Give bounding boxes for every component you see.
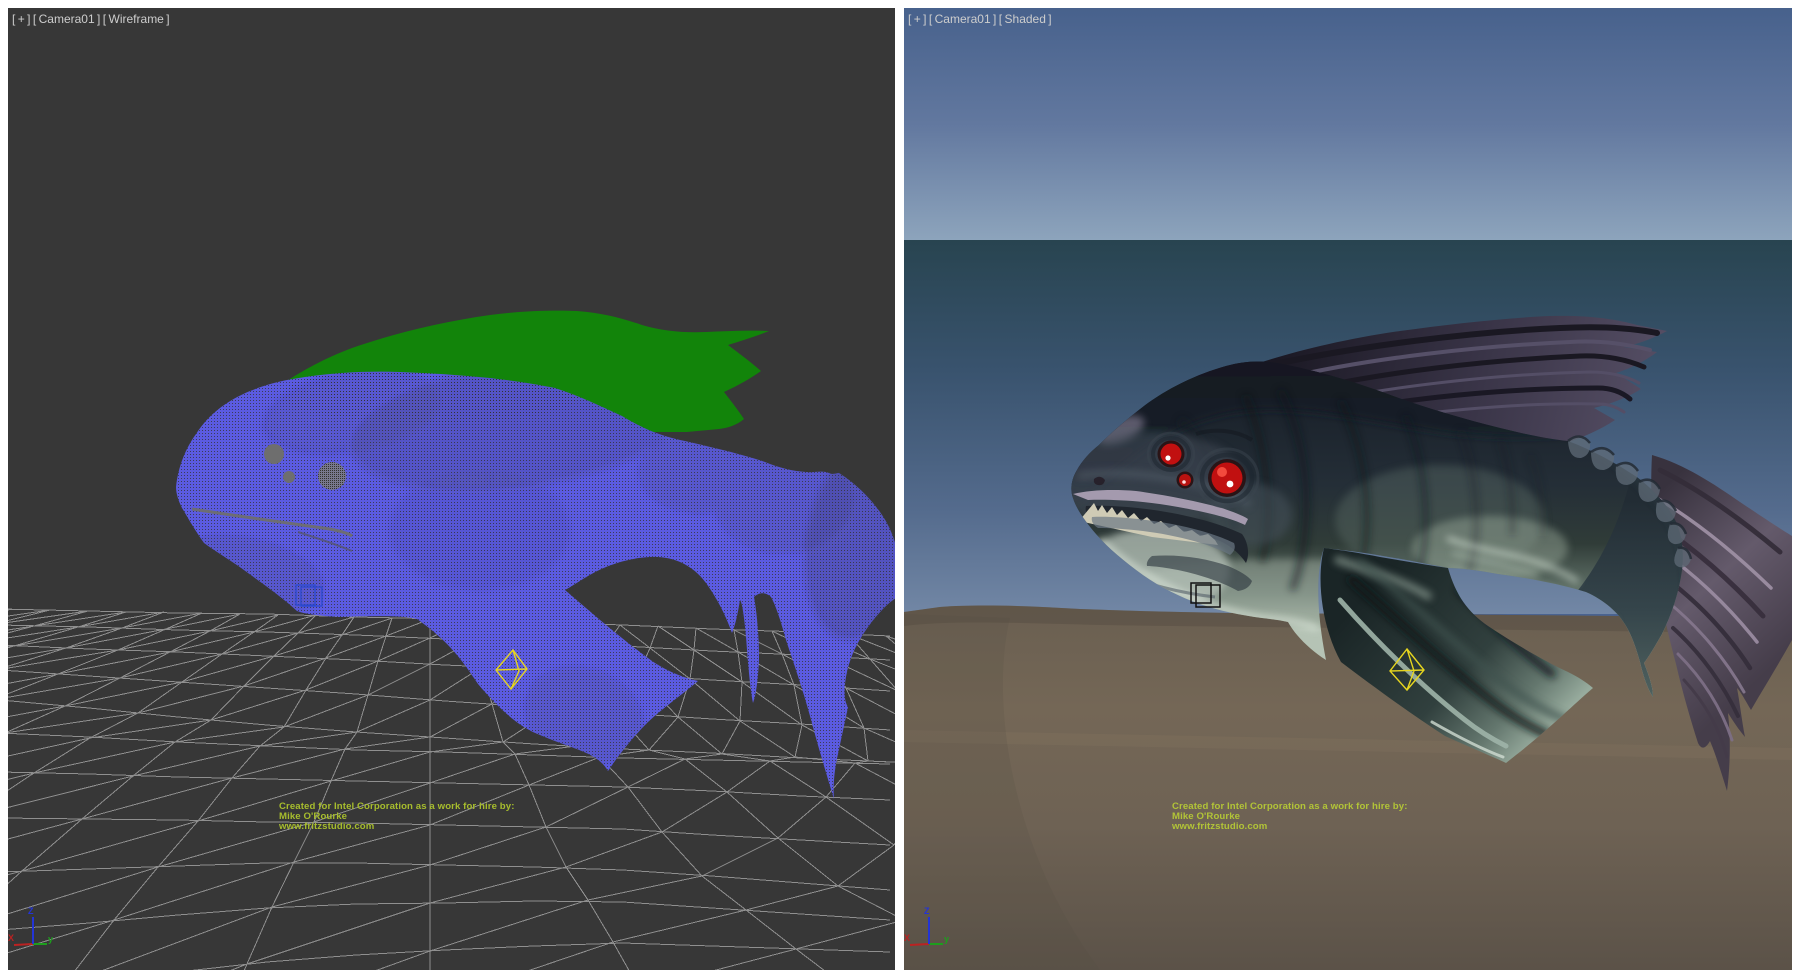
svg-text:X: X xyxy=(904,933,910,943)
svg-text:X: X xyxy=(8,933,14,943)
svg-text:www.fritzstudio.com: www.fritzstudio.com xyxy=(1171,821,1267,832)
svg-text:www.fritzstudio.com: www.fritzstudio.com xyxy=(278,821,374,832)
svg-text:Z: Z xyxy=(924,906,930,916)
svg-text:Z: Z xyxy=(28,906,34,916)
svg-text:y: y xyxy=(944,934,949,944)
svg-text:y: y xyxy=(48,934,53,944)
